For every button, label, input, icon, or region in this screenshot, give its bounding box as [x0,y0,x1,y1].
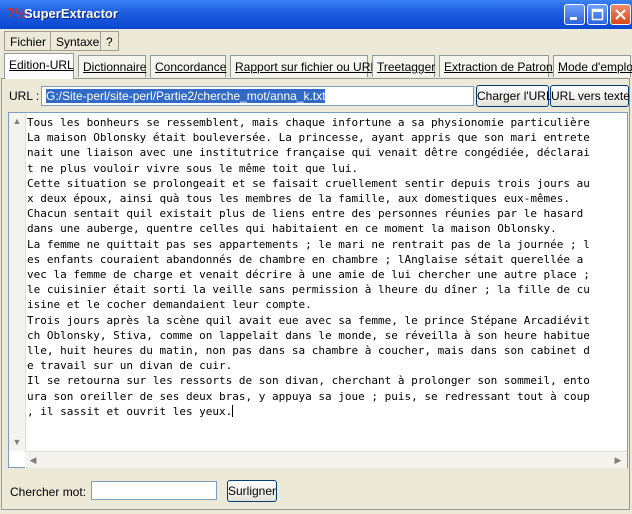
text-line: ch Oblonsky, Stiva, comme on lappelait d… [27,328,590,342]
close-button[interactable] [610,4,631,25]
text-line: t ne plus vouloir vivre sous le même toi… [27,161,359,175]
text-caret [232,404,234,417]
text-line: La maison Oblonsky était bouleversée. La… [27,131,590,145]
text-editor[interactable]: ▲ ▼ Tous les bonheurs se ressemblent, ma… [8,112,628,468]
tab-extraction-patron[interactable]: Extraction de Patron [439,55,553,77]
text-line: Il se retourna sur les ressorts de son d… [27,374,590,388]
text-line-last: , il sassit et ouvrit les yeux. [27,404,625,419]
horizontal-scrollbar[interactable]: ◀ ▶ [25,451,627,468]
menu-fichier[interactable]: Fichier [4,31,53,51]
menu-help[interactable]: ? [100,31,119,51]
close-icon [615,9,626,20]
minimize-button[interactable] [564,4,585,25]
title-bar: 7½ SuperExtractor [0,0,632,29]
tab-bar: Edition-URL Dictionnaire Concordance Rap… [0,53,632,79]
text-line: lle, huit heures du matin, non pas dans … [27,344,590,358]
search-input[interactable] [91,481,217,500]
text-line: ura son oreiller de ses deux bras, y app… [27,389,590,403]
url-input-value: G:/Site-perl/site-perl/Partie2/cherche_m… [46,89,326,103]
scroll-right-icon[interactable]: ▶ [611,453,625,467]
scroll-left-icon[interactable]: ◀ [26,453,40,467]
tab-dictionnaire[interactable]: Dictionnaire [78,55,146,77]
text-line: , il sassit et ouvrit les yeux. [27,404,233,418]
text-line: vec la femme de charge et venait décrire… [27,268,590,282]
scroll-down-icon[interactable]: ▼ [10,435,24,449]
tab-rapport[interactable]: Rapport sur fichier ou URL [230,55,377,77]
text-line: nait une liaison avec une institutrice f… [27,146,590,160]
text-line: e travail sur un divan de cuir. [27,359,233,373]
url-input[interactable]: G:/Site-perl/site-perl/Partie2/cherche_m… [41,86,474,106]
maximize-button[interactable] [587,4,608,25]
text-line: Cette situation se prolongeait et se fai… [27,176,590,190]
url-label: URL : [9,89,40,103]
text-line: La femme ne quittait pas ses appartement… [27,237,590,251]
text-line: x deux époux, ainsi quà tous les membres… [27,192,571,206]
text-content[interactable]: Tous les bonheurs se ressemblent, mais c… [27,115,625,449]
text-line: Chacun sentait quil existait plus de lie… [27,207,584,221]
minimize-icon [570,17,577,20]
tab-treetagger[interactable]: Treetagger [372,55,435,77]
tab-concordance[interactable]: Concordance [150,55,226,77]
menu-bar: Fichier Syntaxe ? [0,29,632,53]
maximize-icon [591,8,604,21]
scroll-up-icon[interactable]: ▲ [10,114,24,128]
text-line: le cuisinier était sorti la veille sans … [27,283,590,297]
menu-syntaxe[interactable]: Syntaxe [50,31,106,51]
text-line: Tous les bonheurs se ressemblent, mais c… [27,116,590,129]
search-label: Chercher mot: [10,485,87,499]
highlight-button[interactable]: Surligner [227,480,277,502]
text-line: isine et le cocher demandaient leur comp… [27,298,312,312]
load-url-button[interactable]: Charger l'URL [476,85,553,107]
text-line: es enfants couraient abandonnés de chamb… [27,252,584,266]
tab-edition-url[interactable]: Edition-URL [4,53,74,79]
vertical-scrollbar[interactable]: ▲ ▼ [9,113,26,451]
window-title: SuperExtractor [24,6,118,21]
url-to-text-button[interactable]: URL vers texte [550,85,630,107]
text-line: dans une auberge, quentre celles qui hab… [27,222,557,236]
tab-mode-emploi[interactable]: Mode d'emploi [553,55,632,77]
text-line: Trois jours après la scène quil avait eu… [27,313,590,327]
